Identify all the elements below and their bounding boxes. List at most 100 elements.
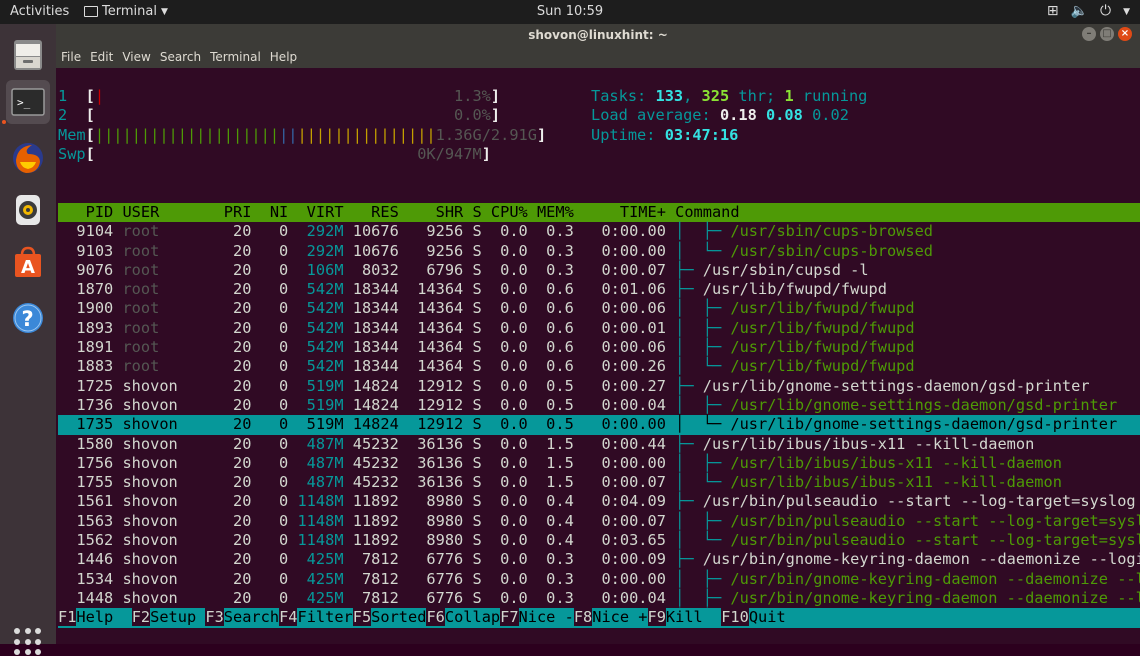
pid-cell: 1735 [58, 415, 114, 434]
time-cell: 0:00.00 [573, 453, 666, 472]
process-row[interactable]: 1755 shovon 20 0 487M 45232 36136 S 0.0 … [58, 473, 1140, 492]
process-row[interactable]: 1736 shovon 20 0 519M 14824 12912 S 0.0 … [58, 396, 1140, 415]
time-cell: 0:00.06 [573, 299, 666, 318]
process-row[interactable]: 1580 shovon 20 0 487M 45232 36136 S 0.0 … [58, 435, 1140, 454]
mem-cell: 0.3 [527, 260, 574, 279]
fkey-number: F10 [721, 608, 749, 627]
fkey-f9[interactable]: F9Kill [647, 608, 722, 627]
files-launcher[interactable] [6, 32, 50, 76]
terminal-content[interactable]: 1 [| 1.3%] 2 [ 0.0%] Mem[|||||||||||||||… [56, 68, 1140, 644]
process-list[interactable]: 9104 root 20 0 292M 10676 9256 S 0.0 0.3… [58, 222, 1140, 627]
fkey-f3[interactable]: F3Search [205, 608, 279, 627]
fkey-f1[interactable]: F1Help [58, 608, 132, 627]
power-icon[interactable]: ⏻ [1100, 3, 1111, 21]
virt-cell: 519M [288, 395, 344, 414]
cpu-cell: 0.0 [481, 511, 528, 530]
function-key-bar[interactable]: F1Help F2Setup F3SearchF4FilterF5SortedF… [58, 608, 1140, 628]
menu-edit[interactable]: Edit [90, 50, 113, 64]
shr-cell: 9256 [398, 222, 464, 241]
menu-help[interactable]: Help [270, 50, 297, 64]
process-row[interactable]: 1900 root 20 0 542M 18344 14364 S 0.0 0.… [58, 299, 1140, 318]
terminal-launcher[interactable]: >_ [6, 80, 50, 124]
process-row[interactable]: 1883 root 20 0 542M 18344 14364 S 0.0 0.… [58, 357, 1140, 376]
process-row[interactable]: 1893 root 20 0 542M 18344 14364 S 0.0 0.… [58, 319, 1140, 338]
menu-file[interactable]: File [61, 50, 81, 64]
fkey-f2[interactable]: F2Setup [131, 608, 206, 627]
clock[interactable]: Sun 10:59 [537, 4, 603, 19]
fkey-label: Filter [297, 608, 353, 627]
fkey-f7[interactable]: F7Nice - [500, 608, 574, 627]
process-table-header[interactable]: PID USER PRI NI VIRT RES SHR S CPU% MEM%… [58, 203, 1140, 223]
fkey-number: F8 [573, 608, 593, 627]
terminal-icon: >_ [11, 88, 45, 116]
user-cell: shovon [113, 434, 178, 453]
process-row[interactable]: 1448 shovon 20 0 425M 7812 6776 S 0.0 0.… [58, 589, 1140, 608]
chevron-down-icon[interactable]: ▼ [1123, 3, 1130, 21]
menu-search[interactable]: Search [160, 50, 201, 64]
res-cell: 18344 [343, 338, 399, 357]
process-row[interactable]: 9104 root 20 0 292M 10676 9256 S 0.0 0.3… [58, 222, 1140, 241]
rhythmbox-launcher[interactable] [6, 188, 50, 232]
fkey-f6[interactable]: F6Collap [426, 608, 500, 627]
tree-connector: │ └─ [665, 531, 731, 550]
fkey-f5[interactable]: F5Sorted [352, 608, 426, 627]
software-launcher[interactable]: A [6, 240, 50, 284]
priority-cell: 20 [177, 415, 252, 434]
res-cell: 18344 [343, 280, 399, 299]
process-row[interactable]: 1562 shovon 20 0 1148M 11892 8980 S 0.0 … [58, 531, 1140, 550]
priority-cell: 20 [177, 338, 252, 357]
fkey-f4[interactable]: F4Filter [279, 608, 353, 627]
mem-cell: 0.3 [527, 569, 574, 588]
activities-button[interactable]: Activities [10, 4, 69, 19]
menu-terminal[interactable]: Terminal [210, 50, 261, 64]
state-cell: S [463, 338, 482, 357]
mem-cell: 0.3 [527, 241, 574, 260]
process-row[interactable]: 1756 shovon 20 0 487M 45232 36136 S 0.0 … [58, 454, 1140, 473]
process-row[interactable]: 1561 shovon 20 0 1148M 11892 8980 S 0.0 … [58, 492, 1140, 511]
state-cell: S [463, 241, 482, 260]
maximize-button[interactable]: □ [1100, 27, 1114, 41]
process-row[interactable]: 1735 shovon 20 0 519M 14824 12912 S 0.0 … [58, 415, 1140, 435]
menu-bar: File Edit View Search Terminal Help [56, 46, 1140, 68]
time-cell: 0:00.27 [573, 376, 666, 395]
process-row[interactable]: 1725 shovon 20 0 519M 14824 12912 S 0.0 … [58, 377, 1140, 396]
cpu-cell: 0.0 [481, 569, 528, 588]
fkey-f8[interactable]: F8Nice + [573, 608, 648, 627]
app-menu[interactable]: Terminal ▼ [84, 4, 168, 19]
process-row[interactable]: 1534 shovon 20 0 425M 7812 6776 S 0.0 0.… [58, 570, 1140, 589]
system-tray[interactable]: ⊞ 🔈 ⏻ ▼ [1047, 3, 1130, 21]
volume-icon[interactable]: 🔈 [1071, 3, 1088, 21]
command-cell: /usr/lib/fwupd/fwupd [730, 318, 915, 337]
state-cell: S [463, 280, 482, 299]
close-button[interactable]: × [1118, 27, 1132, 41]
command-cell: /usr/lib/fwupd/fwupd [730, 357, 915, 376]
fkey-f10[interactable]: F10Quit [721, 608, 786, 627]
priority-cell: 20 [177, 473, 252, 492]
tree-connector: │ ├─ [665, 299, 731, 318]
priority-cell: 20 [177, 280, 252, 299]
process-row[interactable]: 9076 root 20 0 106M 8032 6796 S 0.0 0.3 … [58, 261, 1140, 280]
process-row[interactable]: 1563 shovon 20 0 1148M 11892 8980 S 0.0 … [58, 512, 1140, 531]
virt-cell: 487M [288, 434, 344, 453]
process-row[interactable]: 1446 shovon 20 0 425M 7812 6776 S 0.0 0.… [58, 550, 1140, 569]
window-titlebar[interactable]: shovon@linuxhint: ~ – □ × [56, 24, 1140, 46]
nice-cell: 0 [251, 395, 289, 414]
process-row[interactable]: 1870 root 20 0 542M 18344 14364 S 0.0 0.… [58, 280, 1140, 299]
time-cell: 0:00.01 [573, 318, 666, 337]
show-applications-icon[interactable] [14, 628, 42, 656]
pid-cell: 1580 [58, 434, 114, 453]
minimize-button[interactable]: – [1082, 27, 1096, 41]
virt-cell: 292M [288, 241, 344, 260]
state-cell: S [463, 434, 482, 453]
process-row[interactable]: 9103 root 20 0 292M 10676 9256 S 0.0 0.3… [58, 242, 1140, 261]
network-icon[interactable]: ⊞ [1047, 3, 1059, 21]
help-launcher[interactable]: ? [6, 296, 50, 340]
menu-view[interactable]: View [122, 50, 150, 64]
priority-cell: 20 [177, 569, 252, 588]
time-cell: 0:00.44 [573, 434, 666, 453]
process-row[interactable]: 1891 root 20 0 542M 18344 14364 S 0.0 0.… [58, 338, 1140, 357]
mem-cell: 0.6 [527, 299, 574, 318]
firefox-launcher[interactable] [6, 136, 50, 180]
time-cell: 0:00.00 [573, 241, 666, 260]
mem-cell: 0.5 [527, 395, 574, 414]
